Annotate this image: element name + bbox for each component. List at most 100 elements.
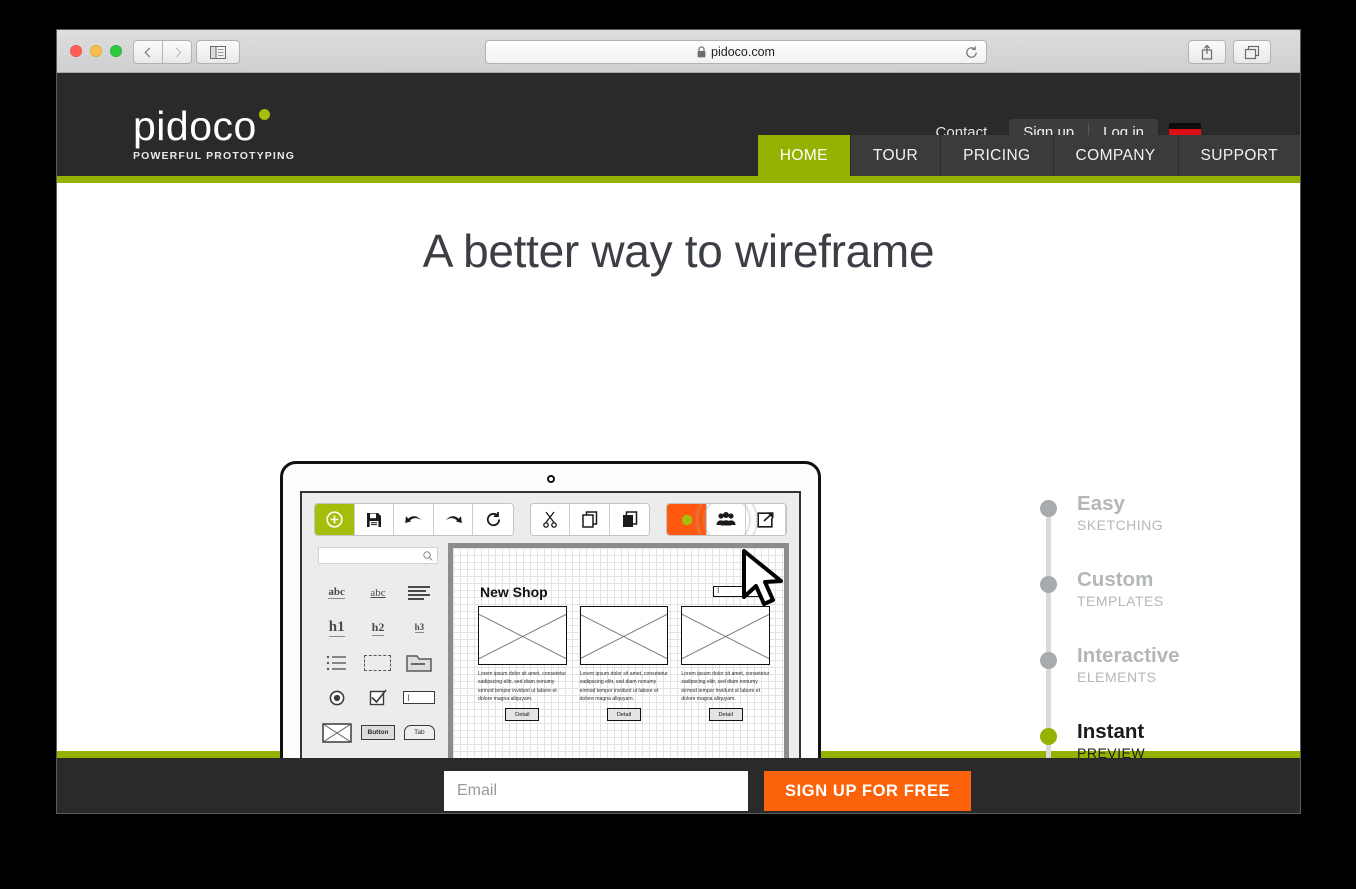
feature-step-title: Instant (1077, 720, 1145, 743)
step-dot-icon (1040, 500, 1057, 517)
signup-for-free-button[interactable]: SIGN UP FOR FREE (764, 771, 972, 811)
image-placeholder-icon (478, 606, 567, 665)
site-header: pidoco POWERFUL PROTOTYPING Contact Sign… (57, 73, 1300, 176)
stencil-checkbox[interactable] (357, 680, 398, 715)
step-dot-icon (1040, 728, 1057, 745)
refresh-icon (486, 512, 500, 527)
checkbox-icon (369, 689, 387, 705)
stencil-paragraph[interactable] (399, 575, 440, 610)
detail-button[interactable]: Detail (606, 708, 642, 721)
undo-icon (405, 515, 421, 523)
app-toolbar (314, 503, 788, 536)
save-icon (366, 512, 381, 527)
add-icon (326, 511, 343, 528)
feature-step-title: Interactive (1077, 644, 1180, 667)
chevron-right-icon (171, 47, 181, 57)
add-button[interactable] (315, 504, 355, 535)
wireframe-card-actions: Detail (681, 708, 770, 721)
main-nav: HOME TOUR PRICING COMPANY SUPPORT (756, 135, 1300, 176)
feature-step-custom[interactable]: Custom TEMPLATES (1040, 568, 1270, 645)
tool-group-file (314, 503, 514, 536)
address-bar[interactable]: pidoco.com (485, 40, 987, 64)
logo-dot-icon (258, 109, 270, 120)
sidebar-toggle-button[interactable] (196, 40, 240, 64)
save-button[interactable] (354, 504, 395, 535)
detail-button[interactable]: Detail (505, 708, 540, 721)
stencil-button[interactable]: Button (357, 715, 398, 750)
feature-step-subtitle: SKETCHING (1077, 516, 1164, 533)
stencil-heading-2[interactable]: h2 (357, 610, 398, 645)
preview-icon (681, 514, 692, 525)
paste-button[interactable] (609, 504, 650, 535)
tabs-icon (1244, 45, 1260, 59)
stencil-text-abc[interactable]: abc (316, 575, 357, 610)
text-field-icon: I (403, 691, 436, 704)
site-footer: SIGN UP FOR FREE (57, 758, 1300, 813)
tabs-button[interactable] (1233, 40, 1271, 64)
nav-tab-home[interactable]: HOME (756, 135, 850, 176)
email-input[interactable] (444, 771, 748, 811)
stencil-heading-1[interactable]: h1 (316, 610, 357, 645)
close-window-button[interactable] (70, 45, 82, 57)
folder-icon (406, 654, 433, 672)
stencil-search-input[interactable] (318, 547, 438, 564)
detail-button[interactable]: Detail (708, 708, 743, 721)
feature-step-subtitle: TEMPLATES (1077, 592, 1164, 609)
header-accent-bar (57, 176, 1300, 183)
back-button[interactable] (133, 40, 163, 64)
wireframe-card-text: Lorem ipsum dolor sit amet, consetetur s… (478, 671, 567, 702)
undo-button[interactable] (394, 504, 434, 535)
page-title: A better way to wireframe (422, 225, 935, 277)
feature-step-easy[interactable]: Easy SKETCHING (1040, 492, 1270, 569)
wireframe-title: New Shop (480, 584, 548, 600)
hero-section: A better way to wireframe abc abc h1 h2 … (57, 183, 1300, 813)
forward-button[interactable] (162, 40, 192, 64)
stencil-heading-3[interactable]: h3 (399, 610, 440, 645)
minimize-window-button[interactable] (90, 45, 102, 57)
copy-button[interactable] (570, 504, 610, 535)
share-button[interactable] (1188, 40, 1226, 64)
stencil-tab[interactable]: Tab (399, 715, 440, 750)
logo-text: pidoco (133, 103, 257, 149)
radio-button-icon (329, 690, 345, 705)
reload-button[interactable] (964, 45, 979, 60)
wireframe-card[interactable]: Lorem ipsum dolor sit amet, consetetur s… (478, 606, 567, 721)
logo-tagline: POWERFUL PROTOTYPING (133, 150, 296, 162)
stencil-radio-button[interactable] (316, 680, 357, 715)
wireframe-card[interactable]: Lorem ipsum dolor sit amet, consetetur s… (579, 606, 669, 721)
stencil-image-placeholder[interactable] (316, 715, 357, 750)
reload-icon (966, 46, 977, 58)
list-icon (326, 655, 346, 670)
nav-tab-tour[interactable]: TOUR (849, 135, 941, 176)
share-icon (1201, 44, 1213, 60)
redo-button[interactable] (433, 504, 474, 535)
nav-tab-support[interactable]: SUPPORT (1177, 135, 1300, 176)
tool-group-share (666, 503, 788, 536)
maximize-window-button[interactable] (110, 45, 122, 57)
stencil-folder[interactable] (399, 645, 440, 680)
image-placeholder-icon (321, 722, 352, 743)
nav-tab-pricing[interactable]: PRICING (940, 135, 1053, 176)
cut-button[interactable] (530, 504, 571, 535)
stencil-text-field[interactable]: I (399, 680, 440, 715)
laptop-camera-icon (546, 475, 555, 483)
stencil-grid: abc abc h1 h2 h3 I Button Tab (312, 564, 444, 785)
feature-step-title: Custom (1077, 568, 1154, 591)
feature-step-subtitle: ELEMENTS (1077, 668, 1157, 685)
stencil-list[interactable] (316, 645, 357, 680)
feature-step-interactive[interactable]: Interactive ELEMENTS (1040, 644, 1270, 721)
logo[interactable]: pidoco POWERFUL PROTOTYPING (133, 103, 296, 163)
logo-wordmark: pidoco (133, 103, 270, 149)
refresh-button[interactable] (473, 504, 513, 535)
mouse-cursor-icon (742, 549, 783, 606)
wireframe-card-text: Lorem ipsum dolor sit amet, consetetur s… (681, 671, 770, 702)
wireframe-card[interactable]: Lorem ipsum dolor sit amet, consetetur s… (681, 606, 771, 721)
stencil-dashed-box[interactable] (357, 645, 398, 680)
dashed-box-icon (364, 654, 392, 671)
wireframe-page[interactable]: New Shop Lorem ipsum dolor sit amet, con… (453, 548, 784, 792)
nav-tab-company[interactable]: COMPANY (1052, 135, 1178, 176)
paragraph-icon (408, 585, 431, 600)
stencil-text-link[interactable]: abc (357, 575, 398, 610)
image-placeholder-icon (681, 606, 771, 665)
step-dot-icon (1040, 576, 1057, 593)
